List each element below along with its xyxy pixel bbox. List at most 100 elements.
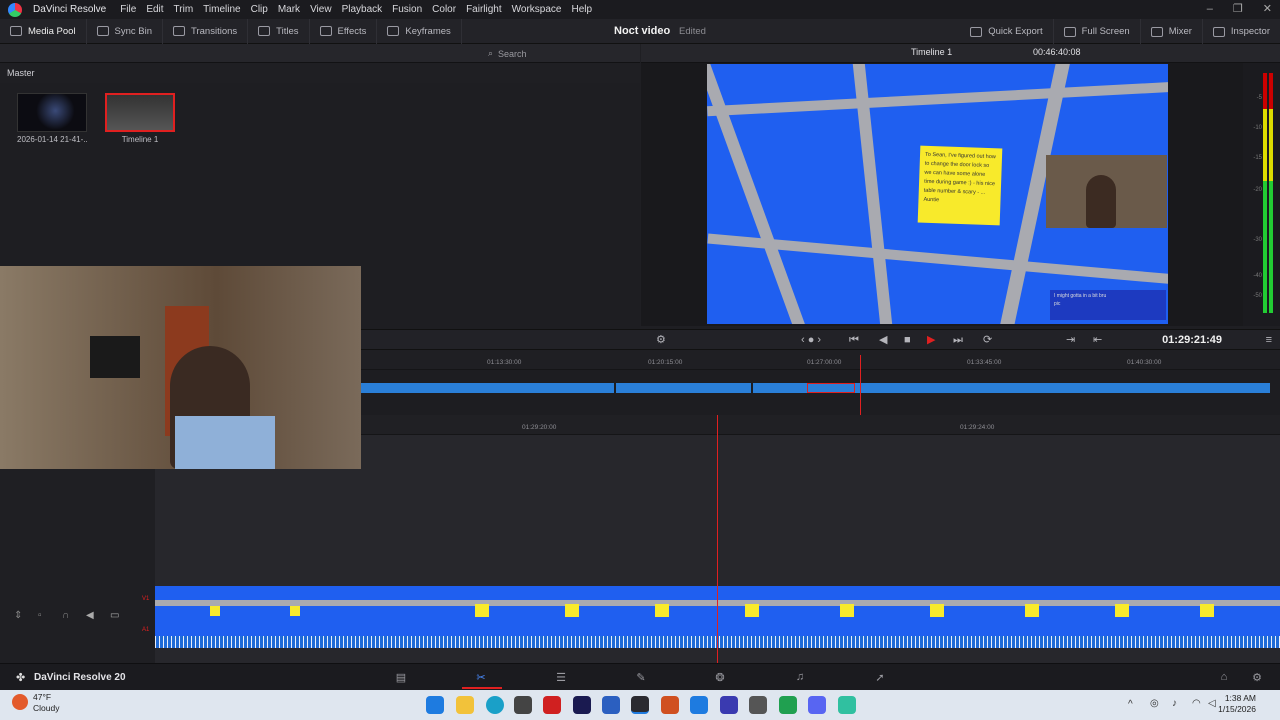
go-to-end-button[interactable]: ⏭ [953,334,963,347]
cut-page-icon[interactable]: ✂ [474,671,488,684]
loop-button[interactable]: ⟳ [983,334,992,347]
app-icon[interactable] [543,696,561,714]
media-pool-icon [10,26,22,36]
keyframes-icon [387,26,400,36]
menu-edit[interactable]: Edit [141,0,168,19]
discord-icon[interactable] [808,696,826,714]
export-icon [970,26,983,37]
menu-playback[interactable]: Playback [337,0,388,19]
play-button[interactable]: ▶ [927,334,935,347]
menu-color[interactable]: Color [427,0,461,19]
upper-playhead[interactable] [860,355,861,415]
fusion-page-icon[interactable]: ✎ [634,671,648,684]
fairlight-page-icon[interactable]: ♫ [793,671,807,683]
go-to-start-button[interactable]: ⏮ [849,334,859,347]
effects-button[interactable]: Effects [310,18,378,44]
menu-mark[interactable]: Mark [273,0,305,19]
menu-file[interactable]: File [115,0,141,19]
timeline-clip[interactable]: Timeline 1 [105,93,175,144]
lock-icon[interactable]: ▫ [38,610,42,621]
next-edit-button[interactable]: ⇥ [1066,334,1075,347]
tray-chevron-icon[interactable]: ^ [1128,699,1133,710]
mixer-button[interactable]: Mixer [1141,19,1203,44]
tool-icon[interactable]: ⚙ [656,334,666,347]
transitions-button[interactable]: Transitions [163,18,249,44]
project-title: Noct video [614,25,671,37]
upper-timeline-track [361,370,1280,415]
inspector-button[interactable]: Inspector [1203,19,1280,44]
deliver-page-icon[interactable]: ➚ [873,671,887,684]
search-placeholder: Search [498,48,527,59]
menu-trim[interactable]: Trim [169,0,199,19]
menu-clip[interactable]: Clip [246,0,273,19]
upper-clip-strip[interactable] [361,383,1270,393]
word-icon[interactable] [602,696,620,714]
app-icon[interactable] [838,696,856,714]
color-page-icon[interactable]: ❂ [713,671,727,684]
menu-help[interactable]: Help [566,0,597,19]
clip-thumbnail [105,93,175,132]
stop-button[interactable]: ■ [904,334,911,347]
monitor-icon[interactable]: ▭ [110,610,119,621]
app-icon[interactable] [690,696,708,714]
volume-icon[interactable]: ◁ [1208,698,1216,709]
menu-fusion[interactable]: Fusion [387,0,427,19]
app-icon[interactable] [661,696,679,714]
edge-browser-icon[interactable] [486,696,504,714]
calculator-icon[interactable] [749,696,767,714]
close-button[interactable]: ✕ [1263,0,1272,19]
menu-fairlight[interactable]: Fairlight [461,0,507,19]
meter-tick: -15 [1253,155,1262,161]
wifi-icon[interactable]: ◠ [1192,698,1201,709]
clock-time: 1:38 AM [1224,693,1256,703]
headphones-icon[interactable]: ∩ [62,610,69,621]
weather-widget[interactable]: 47°F Cloudy [33,692,59,714]
edit-page-icon[interactable]: ☰ [554,671,568,684]
home-icon[interactable]: ⌂ [1217,671,1231,683]
microphone-icon[interactable]: ♪ [1172,698,1177,709]
quick-export-button[interactable]: Quick Export [960,19,1054,44]
main-toolbar: Media Pool Sync Bin Transitions Titles E… [0,18,1280,44]
media-pool-label: Media Pool [28,25,76,37]
maximize-button[interactable]: ❐ [1233,0,1243,19]
full-screen-button[interactable]: Full Screen [1054,19,1141,44]
clip-thumbnail [17,93,87,132]
system-clock[interactable]: 1:38 AM 1/15/2026 [1218,693,1256,715]
app-icon[interactable] [779,696,797,714]
start-icon[interactable] [426,696,444,714]
lower-playhead[interactable] [717,415,718,663]
store-icon[interactable] [514,696,532,714]
media-pool-button[interactable]: Media Pool [0,18,87,44]
viewer-timeline-name[interactable]: Timeline 1 [911,47,952,57]
sync-bin-button[interactable]: Sync Bin [87,18,164,44]
prev-edit-button[interactable]: ⇤ [1093,334,1102,347]
media-clip[interactable]: 2026-01-14 21-41-... [17,93,87,144]
davinci-resolve-icon[interactable] [631,696,649,714]
active-page-indicator [462,687,502,689]
minimize-button[interactable]: – [1207,0,1213,19]
speaker-icon[interactable]: ◀ [86,610,94,621]
reverse-button[interactable]: ◀ [879,334,887,347]
file-explorer-icon[interactable] [456,696,474,714]
prev-marker-icon[interactable]: ‹ ● › [801,334,821,347]
chat-line: pic [1054,301,1061,307]
premiere-icon[interactable] [573,696,591,714]
search-field[interactable]: ⌕ Search [488,47,588,60]
tray-app-icon[interactable]: ◎ [1150,698,1159,709]
titles-icon [258,26,271,36]
menu-workspace[interactable]: Workspace [507,0,567,19]
app-icon[interactable] [720,696,738,714]
titles-button[interactable]: Titles [248,18,310,44]
keyframes-button[interactable]: Keyframes [377,18,462,44]
upper-timeline-ruler[interactable]: 01:13:30:00 01:20:15:00 01:27:00:00 01:3… [361,350,1280,370]
settings-gear-icon[interactable]: ⚙ [1250,671,1264,684]
media-page-icon[interactable]: ▤ [394,671,408,684]
options-menu-icon[interactable]: ≡ [1266,334,1272,347]
move-icon[interactable]: ⇕ [14,610,22,621]
menu-timeline[interactable]: Timeline [198,0,245,19]
meter-bar [1263,73,1267,313]
person-shape [1086,175,1116,228]
ruler-tick: 01:13:30:00 [487,359,522,366]
menu-view[interactable]: View [305,0,337,19]
bin-name[interactable]: Master [0,63,640,83]
